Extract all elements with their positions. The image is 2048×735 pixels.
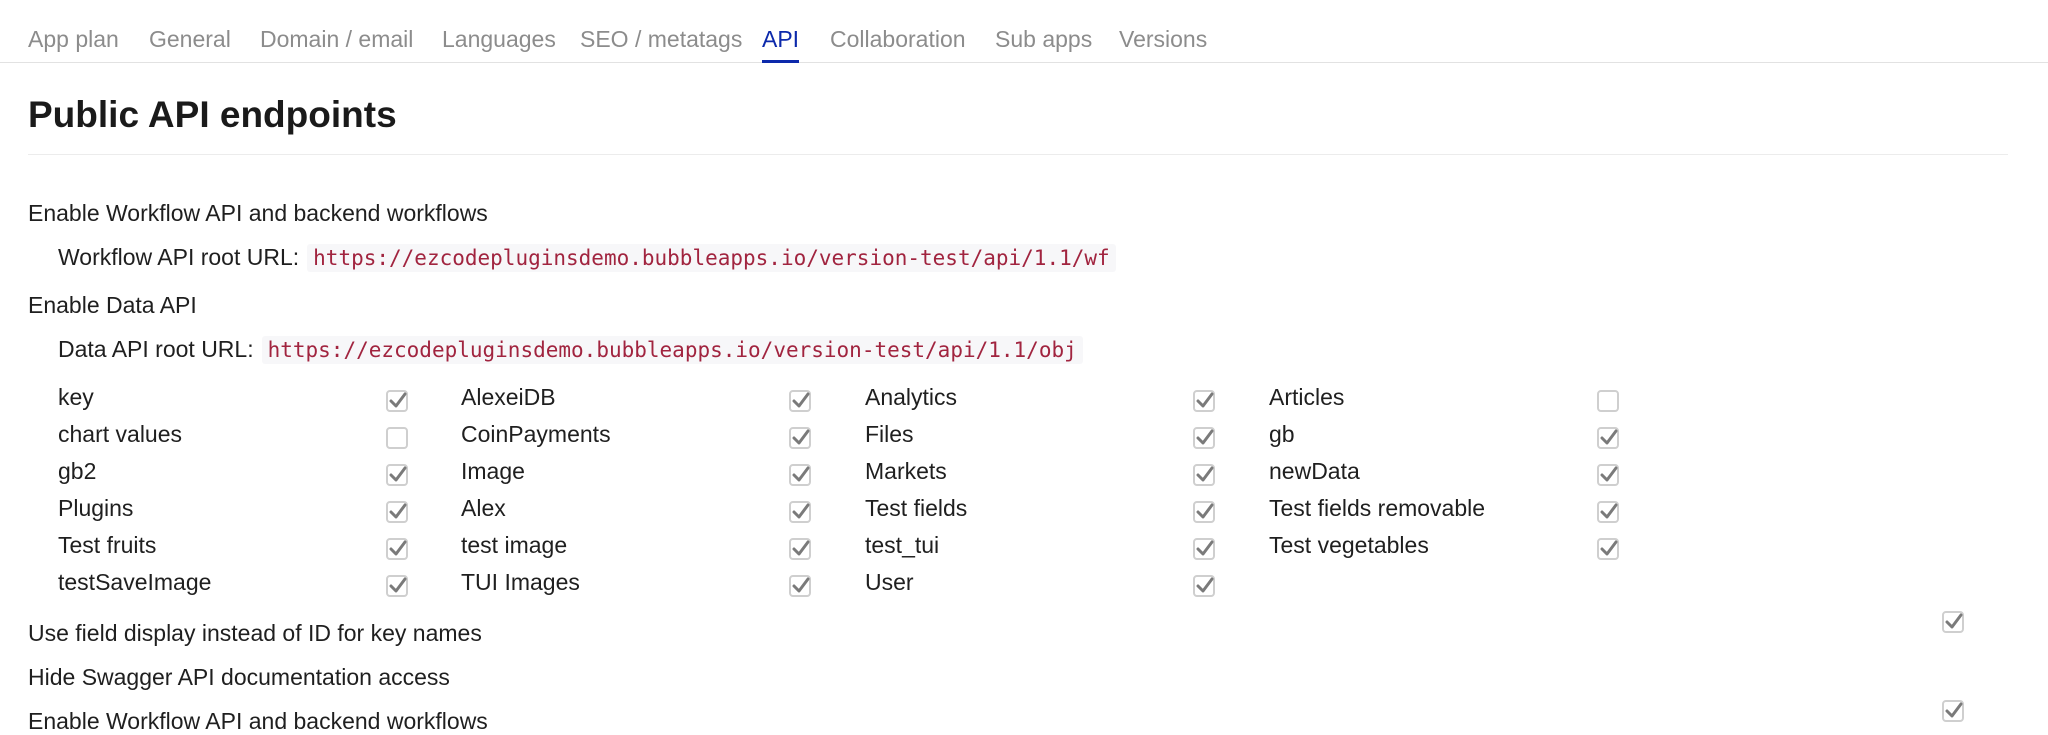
data-type-checkbox[interactable] [1597,427,1619,449]
page-title: Public API endpoints [28,94,397,135]
check-icon [792,392,810,408]
check-icon [1196,577,1214,593]
data-type-label: CoinPayments [461,421,611,447]
data-type-label: Articles [1269,384,1345,410]
field-display-checkbox[interactable] [1942,611,1964,633]
data-type-label: TUI Images [461,569,580,595]
data-type-label: testSaveImage [58,569,212,595]
check-icon [1600,540,1618,556]
tab-app-plan[interactable]: App plan [28,26,119,53]
data-type-label: key [58,384,94,410]
data-type-label: Test fruits [58,532,157,558]
data-type-checkbox[interactable] [789,427,811,449]
data-type-checkbox[interactable] [1597,501,1619,523]
data-type-checkbox[interactable] [789,390,811,412]
enable-workflow-api-label[interactable]: Enable Workflow API and backend workflow… [28,200,488,227]
data-type-label: User [865,569,914,595]
tab-domain-email[interactable]: Domain / email [260,26,413,53]
hide-swagger-checkbox[interactable] [1942,700,1964,722]
workflow-api-root-url: https://ezcodepluginsdemo.bubbleapps.io/… [307,244,1116,272]
check-icon [389,540,407,556]
settings-tabs: App plan General Domain / email Language… [0,0,2048,63]
data-type-label: Plugins [58,495,134,521]
data-api-root-url-row: Data API root URL: https://ezcodepluginsd… [58,336,1083,364]
data-type-checkbox[interactable] [386,464,408,486]
data-type-label: Test fields [865,495,968,521]
hide-swagger-label: Hide Swagger API documentation access [28,664,450,690]
workflow-api-root-url-row: Workflow API root URL: https://ezcodeplug… [58,244,1116,272]
data-type-label: chart values [58,421,183,447]
data-type-checkbox[interactable] [1193,390,1215,412]
data-type-checkbox[interactable] [789,538,811,560]
data-type-checkbox[interactable] [1193,427,1215,449]
check-icon [389,503,407,519]
data-type-checkbox[interactable] [789,575,811,597]
data-api-root-url: https://ezcodepluginsdemo.bubbleapps.io/… [261,336,1083,364]
data-type-label: Files [865,421,914,447]
data-type-checkbox[interactable] [789,464,811,486]
data-type-label: AlexeiDB [461,384,556,410]
data-type-label: test image [461,532,568,558]
data-type-checkbox[interactable] [386,501,408,523]
active-tab-indicator [762,60,800,63]
check-icon [792,577,810,593]
enable-data-api-label[interactable]: Enable Data API [28,292,197,319]
data-type-checkbox[interactable] [1193,575,1215,597]
tab-languages[interactable]: Languages [442,26,556,53]
data-api-root-url-label: Data API root URL: [58,336,254,362]
data-type-checkbox[interactable] [386,575,408,597]
check-icon [1196,429,1214,445]
check-icon [1945,613,1963,629]
data-type-label: newData [1269,458,1360,484]
data-type-checkbox[interactable] [1597,464,1619,486]
tab-api[interactable]: API [762,26,800,63]
check-icon [1600,466,1618,482]
data-type-checkbox[interactable] [386,390,408,412]
data-type-label: gb [1269,421,1295,447]
data-type-label: Test vegetables [1269,532,1429,558]
data-type-checkbox[interactable] [1193,538,1215,560]
tab-sub-apps[interactable]: Sub apps [995,26,1092,53]
check-icon [389,392,407,408]
tab-versions[interactable]: Versions [1119,26,1207,53]
check-icon [1196,540,1214,556]
check-icon [1600,503,1618,519]
field-display-label: Use field display instead of ID for key … [28,620,482,646]
data-type-checkbox[interactable] [1193,464,1215,486]
tab-api-label: API [762,26,800,52]
data-type-checkbox[interactable] [1597,390,1619,412]
data-type-label: Test fields removable [1269,495,1486,521]
data-type-checkbox[interactable] [386,427,408,449]
data-type-label: Analytics [865,384,958,410]
check-icon [1196,466,1214,482]
check-icon [389,466,407,482]
data-type-checkbox[interactable] [1193,501,1215,523]
data-type-checkbox[interactable] [1597,538,1619,560]
title-divider [28,154,2008,155]
tab-seo-metatags[interactable]: SEO / metatags [580,26,742,53]
data-type-label: Alex [461,495,506,521]
check-icon [1945,702,1963,718]
check-icon [792,429,810,445]
check-icon [1196,392,1214,408]
data-type-label: Image [461,458,525,484]
check-icon [792,466,810,482]
check-icon [792,503,810,519]
data-type-label: test_tui [865,532,940,558]
data-type-checkbox[interactable] [386,538,408,560]
data-type-label: Markets [865,458,947,484]
tab-collaboration[interactable]: Collaboration [830,26,966,53]
workflow-api-root-url-label: Workflow API root URL: [58,244,300,270]
data-type-label: gb2 [58,458,97,484]
check-icon [1196,503,1214,519]
tab-general[interactable]: General [149,26,231,53]
check-icon [1600,429,1618,445]
check-icon [389,577,407,593]
check-icon [792,540,810,556]
data-type-checkbox[interactable] [789,501,811,523]
